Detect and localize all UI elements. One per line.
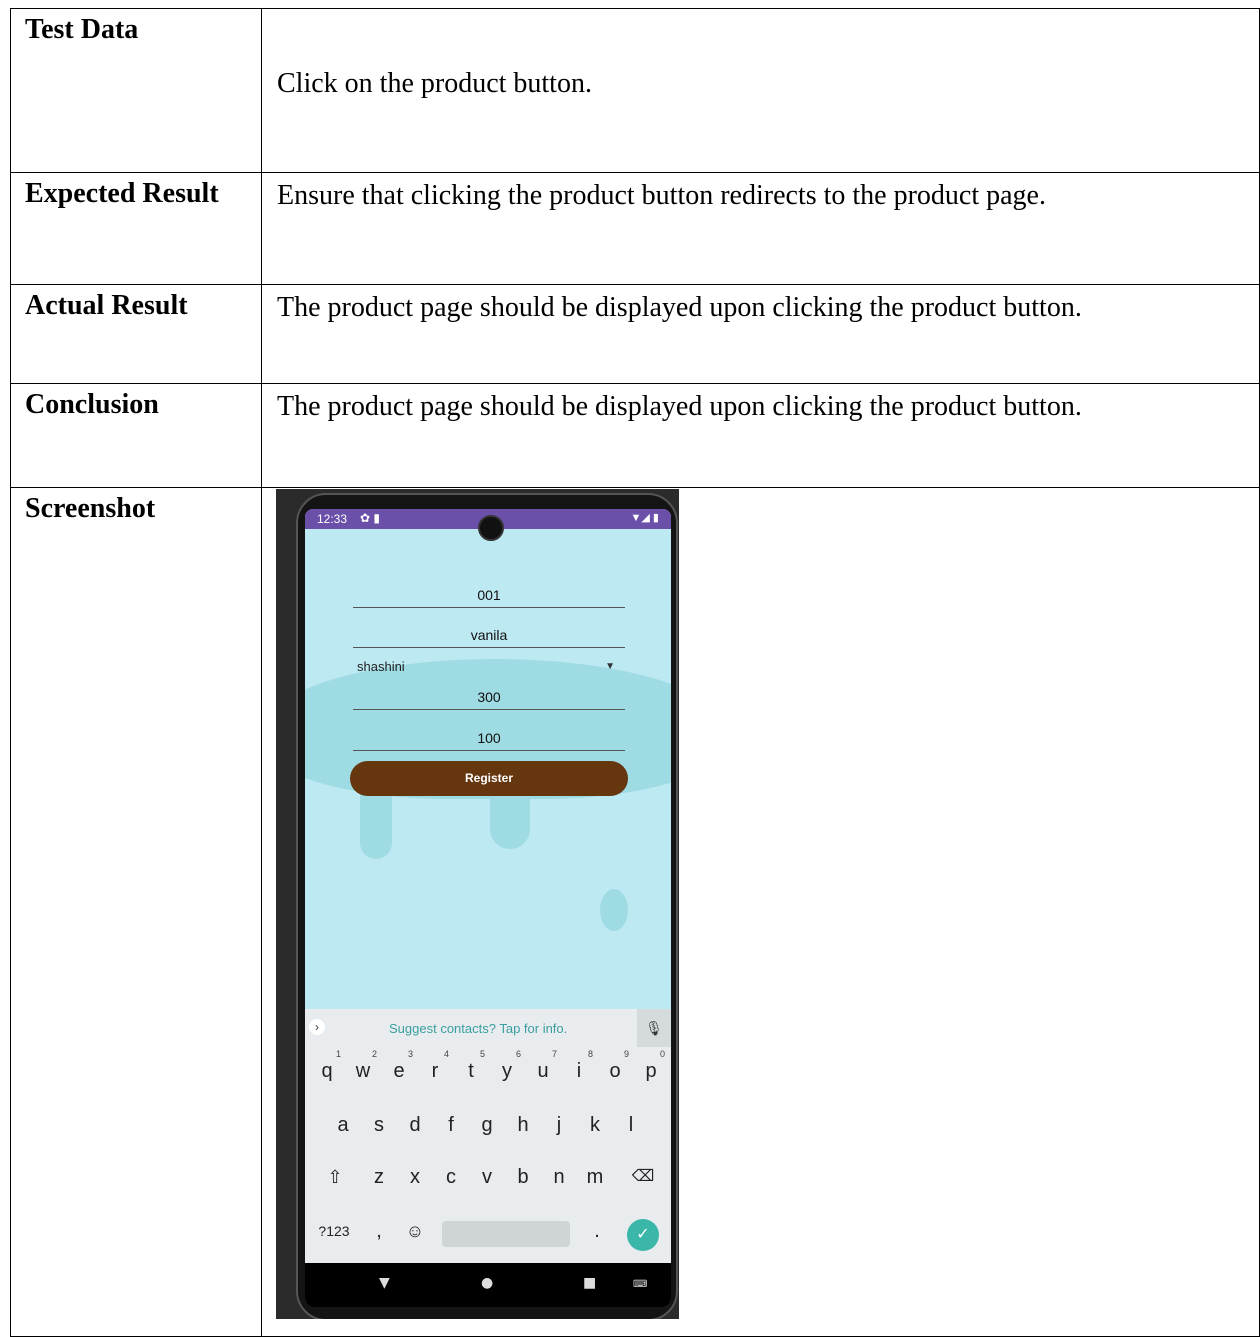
label-expected-result: Expected Result bbox=[25, 178, 219, 209]
key-f[interactable]: f bbox=[435, 1107, 467, 1143]
home-icon[interactable]: ● bbox=[481, 1275, 493, 1291]
camera-cutout-icon bbox=[478, 515, 504, 541]
keyboard-row-1: q1 w2 e3 r4 t5 y6 u7 i8 o9 p0 bbox=[305, 1049, 671, 1093]
keyboard-row-4: ?123 , ☺ . ✓ bbox=[305, 1213, 671, 1253]
key-c[interactable]: c bbox=[435, 1159, 467, 1195]
price-input[interactable]: 300 bbox=[353, 689, 625, 710]
product-name-input[interactable]: vanila bbox=[353, 627, 625, 648]
suggest-contacts-text[interactable]: Suggest contacts? Tap for info. bbox=[389, 1021, 567, 1036]
quantity-input[interactable]: 100 bbox=[353, 730, 625, 751]
supplier-selected-value: shashini bbox=[357, 659, 405, 674]
key-y[interactable]: y6 bbox=[491, 1049, 523, 1089]
expand-chevron-icon[interactable]: › bbox=[309, 1019, 325, 1035]
key-r[interactable]: r4 bbox=[419, 1049, 451, 1089]
key-e[interactable]: e3 bbox=[383, 1049, 415, 1089]
key-a[interactable]: a bbox=[327, 1107, 359, 1143]
key-i[interactable]: i8 bbox=[563, 1049, 595, 1089]
supplier-dropdown[interactable]: shashini ▼ bbox=[357, 659, 615, 679]
row-actual-result: Actual Result The product page should be… bbox=[10, 284, 1260, 384]
emoji-icon[interactable]: ☺ bbox=[399, 1213, 431, 1249]
symbols-key[interactable]: ?123 bbox=[311, 1213, 357, 1249]
label-conclusion: Conclusion bbox=[25, 389, 159, 420]
keyboard-row-2: a s d f g h j k l bbox=[305, 1107, 671, 1147]
value-actual-result: The product page should be displayed upo… bbox=[277, 292, 1082, 323]
back-icon[interactable]: ▼ bbox=[379, 1275, 390, 1291]
key-h[interactable]: h bbox=[507, 1107, 539, 1143]
row-conclusion: Conclusion The product page should be di… bbox=[10, 383, 1260, 488]
enter-check-icon[interactable]: ✓ bbox=[627, 1219, 659, 1251]
key-q[interactable]: q1 bbox=[311, 1049, 343, 1089]
wifi-signal-battery-icons: ▼◢ ▮ bbox=[630, 512, 659, 524]
product-id-input[interactable]: 001 bbox=[353, 587, 625, 608]
key-n[interactable]: n bbox=[543, 1159, 575, 1195]
key-k[interactable]: k bbox=[579, 1107, 611, 1143]
navigation-bar: ▼ ● ■ ⌨ bbox=[305, 1263, 671, 1307]
key-o[interactable]: o9 bbox=[599, 1049, 631, 1089]
phone-screen: 12:33 ✿ ▮ ▼◢ ▮ 001 vanila shashini ▼ 300… bbox=[305, 509, 671, 1307]
key-z[interactable]: z bbox=[363, 1159, 395, 1195]
key-u[interactable]: u7 bbox=[527, 1049, 559, 1089]
key-x[interactable]: x bbox=[399, 1159, 431, 1195]
row-test-data: Test Data Click on the product button. bbox=[10, 8, 1260, 173]
status-time: 12:33 bbox=[317, 512, 348, 526]
value-test-data: Click on the product button. bbox=[277, 68, 592, 99]
period-key[interactable]: . bbox=[581, 1213, 613, 1249]
backspace-icon[interactable]: ⌫ bbox=[627, 1159, 659, 1195]
key-l[interactable]: l bbox=[615, 1107, 647, 1143]
key-v[interactable]: v bbox=[471, 1159, 503, 1195]
soft-keyboard: › Suggest contacts? Tap for info. 🎙 q1 w… bbox=[305, 1009, 671, 1263]
settings-notification-icons: ✿ ▮ bbox=[360, 511, 380, 525]
key-p[interactable]: p0 bbox=[635, 1049, 667, 1089]
key-g[interactable]: g bbox=[471, 1107, 503, 1143]
label-actual-result: Actual Result bbox=[25, 290, 188, 321]
key-s[interactable]: s bbox=[363, 1107, 395, 1143]
shift-icon[interactable]: ⇧ bbox=[319, 1159, 351, 1195]
background-drip bbox=[600, 889, 628, 931]
value-expected-result: Ensure that clicking the product button … bbox=[277, 180, 1046, 211]
label-test-data: Test Data bbox=[25, 14, 139, 45]
phone-screenshot: 12:33 ✿ ▮ ▼◢ ▮ 001 vanila shashini ▼ 300… bbox=[276, 489, 679, 1319]
key-b[interactable]: b bbox=[507, 1159, 539, 1195]
suggestion-bar: › Suggest contacts? Tap for info. 🎙 bbox=[305, 1009, 671, 1047]
register-button[interactable]: Register bbox=[350, 761, 628, 796]
label-screenshot: Screenshot bbox=[25, 493, 156, 524]
key-m[interactable]: m bbox=[579, 1159, 611, 1195]
key-w[interactable]: w2 bbox=[347, 1049, 379, 1089]
keyboard-row-3: ⇧ z x c v b n m ⌫ bbox=[305, 1159, 671, 1199]
microphone-icon[interactable]: 🎙 bbox=[637, 1009, 671, 1047]
dropdown-arrow-icon: ▼ bbox=[605, 661, 615, 672]
keyboard-switch-icon[interactable]: ⌨ bbox=[633, 1279, 647, 1290]
value-conclusion: The product page should be displayed upo… bbox=[277, 391, 1082, 422]
space-bar[interactable] bbox=[442, 1221, 570, 1247]
key-j[interactable]: j bbox=[543, 1107, 575, 1143]
key-d[interactable]: d bbox=[399, 1107, 431, 1143]
key-t[interactable]: t5 bbox=[455, 1049, 487, 1089]
row-expected-result: Expected Result Ensure that clicking the… bbox=[10, 172, 1260, 285]
recents-icon[interactable]: ■ bbox=[583, 1275, 596, 1291]
comma-key[interactable]: , bbox=[363, 1213, 395, 1249]
